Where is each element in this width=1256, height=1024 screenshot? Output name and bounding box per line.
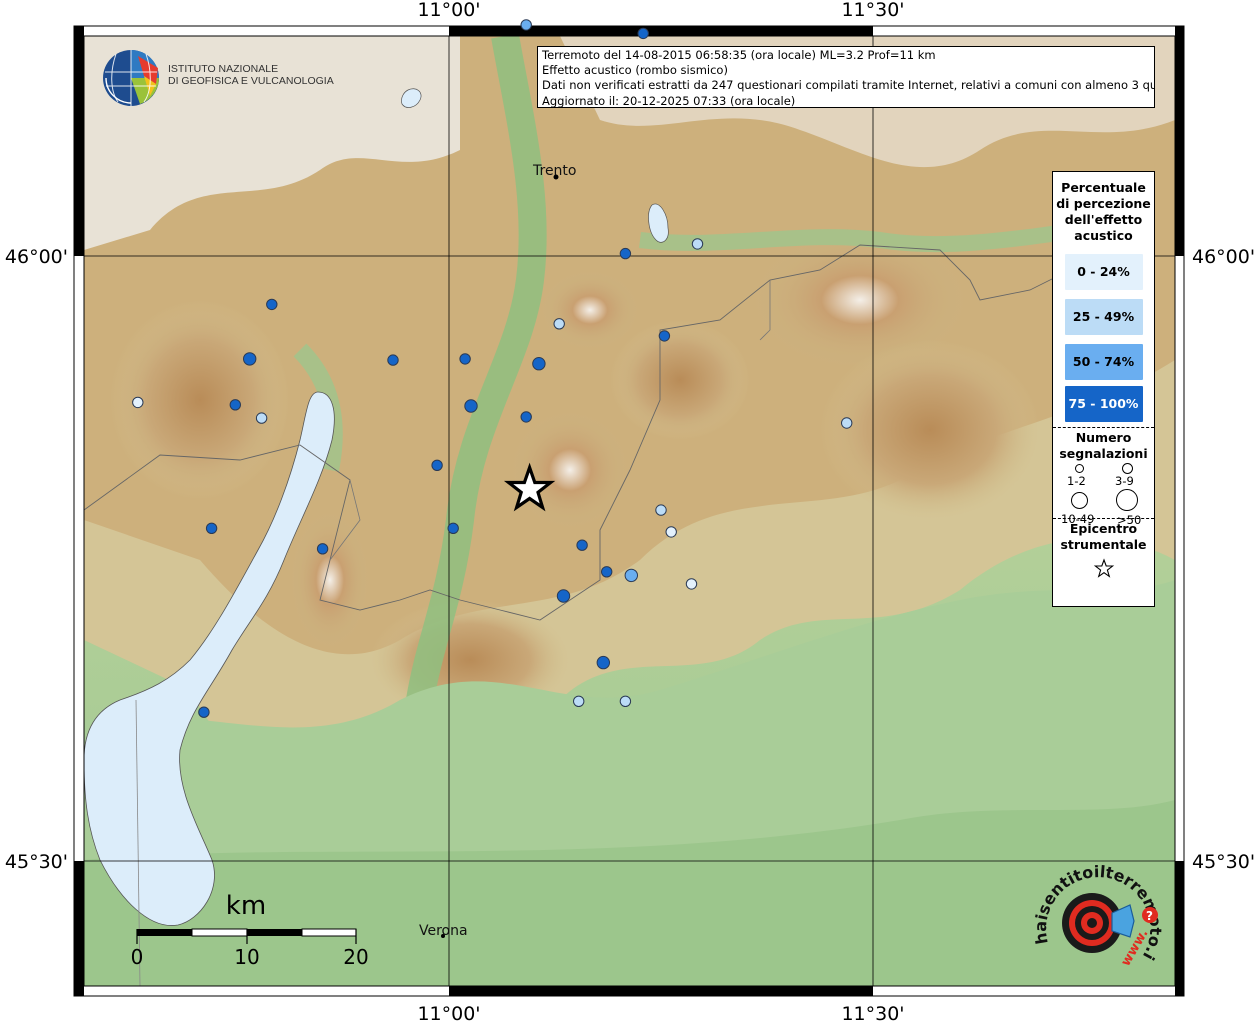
felt-point [205, 522, 218, 534]
size-label-3-9: 3-9 [1115, 474, 1134, 488]
city-label-trento: Trento [532, 163, 576, 179]
felt-point [637, 27, 649, 40]
felt-point [255, 412, 268, 424]
legend-class-1: 25 - 49% [1064, 299, 1143, 335]
ingv-text: ISTITUTO NAZIONALE DI GEOFISICA E VULCAN… [168, 63, 334, 87]
size-label-50: >50 [1117, 513, 1142, 527]
legend-title: Percentuale di percezione dell'effetto a… [1053, 180, 1154, 244]
felt-point [431, 459, 443, 471]
legend-class-0: 0 - 24% [1064, 254, 1143, 290]
felt-point [459, 353, 471, 365]
ingv-text-line1: ISTITUTO NAZIONALE [168, 63, 279, 75]
scale-unit: km [226, 891, 266, 921]
svg-text:?: ? [1146, 909, 1153, 923]
felt-point [464, 399, 478, 413]
size-circle-xlarge [1116, 489, 1138, 511]
axis-top-label-2: 11°30' [841, 0, 904, 21]
legend-title-line1: Percentuale [1061, 180, 1146, 195]
axis-left-label-1: 46°00' [5, 246, 68, 268]
felt-point [624, 568, 638, 583]
ingv-text-line2: DI GEOFISICA E VULCANOLOGIA [168, 75, 334, 87]
felt-point [553, 318, 565, 330]
legend-title-line3: dell'effetto [1064, 212, 1143, 227]
haisentito-logo-icon: haisentitoilterremoto.it www. ? [1026, 840, 1165, 969]
size-circle-small [1075, 464, 1084, 473]
legend-panel: Percentuale di percezione dell'effetto a… [1052, 171, 1155, 607]
ingv-logo [100, 46, 164, 112]
legend-size-samples: 1-2 3-9 10-49 >50 [1053, 462, 1154, 536]
felt-point [229, 399, 242, 411]
felt-point [685, 578, 698, 590]
event-info-box: Terremoto del 14-08-2015 06:58:35 (ora l… [537, 46, 1155, 108]
legend-title-line4: acustico [1074, 228, 1133, 243]
legend-class-3: 75 - 100% [1064, 386, 1143, 422]
event-info-line4: Aggiornato il: 20-12-2025 07:33 (ora loc… [542, 93, 796, 108]
felt-point [573, 695, 585, 707]
haisentito-logo: haisentitoilterremoto.it www. ? [1026, 840, 1170, 984]
felt-point [266, 298, 278, 311]
legend-divider-1 [1053, 427, 1154, 428]
felt-point [132, 396, 144, 409]
axis-right-label-1: 46°00' [1192, 246, 1255, 268]
legend-count-title-line2: segnalazioni [1059, 446, 1148, 461]
axis-bottom-label-2: 11°30' [841, 1003, 904, 1024]
legend-star-icon [1093, 558, 1114, 578]
ingv-globe-icon [103, 50, 159, 106]
legend-epicenter-line2: strumentale [1060, 537, 1147, 552]
size-circle-medium [1122, 463, 1133, 474]
felt-point [691, 238, 704, 250]
felt-point [532, 357, 546, 371]
axis-right-label-2: 45°30' [1192, 851, 1255, 873]
legend-count-title: Numero segnalazioni [1053, 430, 1154, 462]
axis-top-label-1: 11°00' [417, 0, 480, 21]
felt-point [601, 566, 613, 578]
felt-point [841, 417, 853, 429]
axis-bottom-label-1: 11°00' [417, 1003, 480, 1024]
felt-point [243, 352, 257, 366]
scale-tick-20: 20 [343, 945, 368, 969]
felt-point [316, 543, 329, 555]
felt-point [619, 695, 632, 707]
size-circle-large [1071, 492, 1088, 509]
felt-point [619, 247, 632, 260]
legend-title-line2: di percezione [1056, 196, 1151, 211]
felt-point [520, 19, 532, 31]
axis-left-label-2: 45°30' [5, 851, 68, 873]
felt-point [665, 526, 677, 538]
legend-class-2: 50 - 74% [1064, 344, 1143, 380]
event-info-line3: Dati non verificati estratti da 247 ques… [542, 78, 1155, 93]
event-info-line2: Effetto acustico (rombo sismico) [542, 63, 728, 78]
scale-tick-10: 10 [234, 945, 259, 969]
felt-point [447, 522, 459, 534]
terrain [84, 36, 1175, 986]
felt-point [556, 589, 571, 603]
event-info-line1: Terremoto del 14-08-2015 06:58:35 (ora l… [542, 48, 936, 62]
size-label-10-49: 10-49 [1061, 512, 1095, 526]
felt-point [520, 411, 532, 423]
size-label-1-2: 1-2 [1067, 474, 1086, 488]
felt-point [198, 706, 210, 718]
felt-point [576, 539, 588, 551]
felt-point [658, 330, 671, 342]
legend-count-title-line1: Numero [1075, 430, 1132, 445]
felt-point [596, 655, 610, 670]
felt-point [387, 354, 399, 366]
city-label-verona: Verona [419, 923, 468, 939]
felt-point [655, 504, 667, 516]
scale-tick-0: 0 [131, 945, 144, 969]
